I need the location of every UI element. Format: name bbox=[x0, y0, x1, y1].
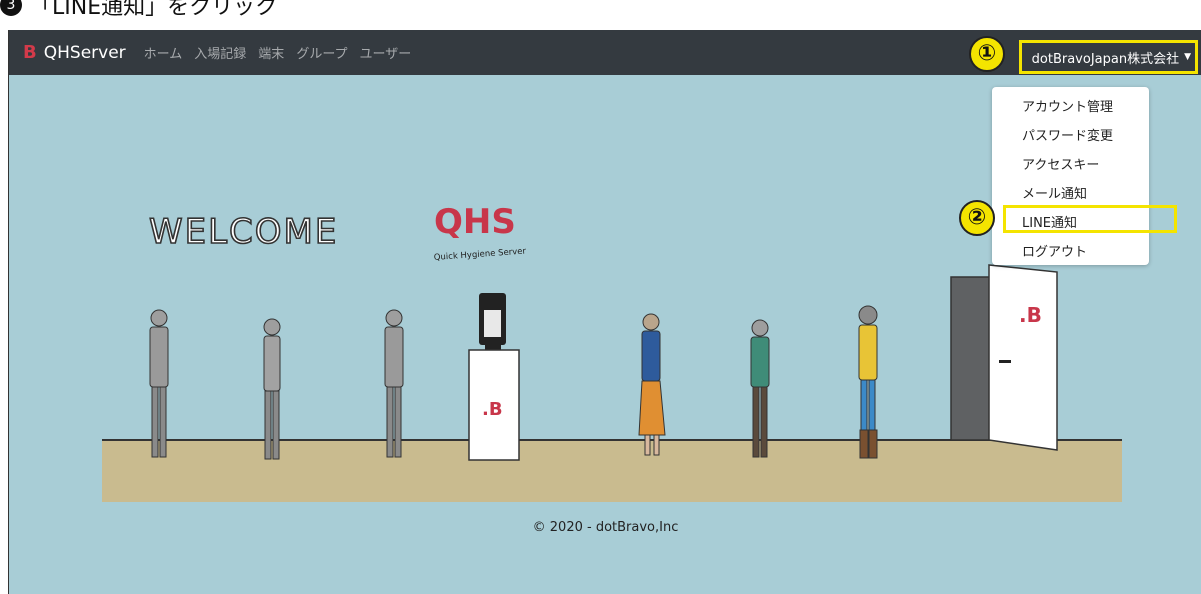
nav-link-users[interactable]: ユーザー bbox=[360, 43, 412, 62]
menu-item-line-notification[interactable]: LINE通知 bbox=[1003, 205, 1177, 233]
nav-links: ホーム 入場記録 端末 グループ ユーザー bbox=[144, 43, 412, 62]
step-2-callout: ② bbox=[959, 200, 995, 236]
menu-item-access-key[interactable]: アクセスキー bbox=[1022, 154, 1099, 173]
qhs-logo-subtitle: Quick Hygiene Server bbox=[434, 247, 527, 263]
menu-item-logout[interactable]: ログアウト bbox=[1022, 241, 1087, 260]
footer-copyright: © 2020 - dotBravo,Inc bbox=[532, 520, 679, 535]
floor bbox=[102, 440, 1122, 502]
person-figure bbox=[638, 313, 666, 456]
user-dropdown-menu: アカウント管理 パスワード変更 アクセスキー メール通知 LINE通知 ログアウ… bbox=[992, 87, 1177, 265]
person-figure bbox=[263, 318, 281, 460]
top-navbar: B QHServer ホーム 入場記録 端末 グループ ユーザー dotBrav… bbox=[9, 30, 1201, 75]
menu-item-change-password[interactable]: パスワード変更 bbox=[1022, 125, 1113, 144]
person-figure bbox=[858, 305, 878, 459]
nav-link-devices[interactable]: 端末 bbox=[258, 43, 284, 62]
menu-item-account-management[interactable]: アカウント管理 bbox=[1022, 96, 1113, 115]
nav-link-entry-records[interactable]: 入場記録 bbox=[194, 43, 246, 62]
menu-item-email-notification[interactable]: メール通知 bbox=[1022, 183, 1087, 202]
person-figure bbox=[149, 309, 169, 458]
step-heading-text: 「LINE通知」をクリック bbox=[30, 0, 278, 20]
brand-name: QHServer bbox=[43, 42, 126, 63]
qhs-logo-text: QHS bbox=[434, 202, 516, 242]
nav-link-home[interactable]: ホーム bbox=[144, 43, 183, 62]
door-brand-mark: .B bbox=[1019, 303, 1042, 327]
doc-step-heading: 3 「LINE通知」をクリック bbox=[0, 0, 277, 22]
caret-down-icon: ▼ bbox=[1184, 52, 1191, 62]
kiosk-brand-mark: .B bbox=[482, 399, 503, 420]
highlight-box bbox=[1003, 205, 1177, 233]
person-figure bbox=[750, 319, 770, 458]
door-illustration: .B bbox=[950, 264, 1058, 451]
user-menu-label: dotBravoJapan株式会社 bbox=[1031, 51, 1180, 67]
brand-home-link[interactable]: B QHServer bbox=[23, 42, 126, 63]
app-window: WELCOME QHS Quick Hygiene Server .B .B B… bbox=[8, 30, 1201, 594]
person-figure bbox=[384, 309, 404, 458]
nav-link-groups[interactable]: グループ bbox=[296, 43, 347, 62]
welcome-text: WELCOME bbox=[149, 212, 338, 252]
step-1-callout: ① bbox=[969, 36, 1005, 72]
brand-logo-icon: B bbox=[23, 42, 37, 63]
user-menu-toggle[interactable]: dotBravoJapan株式会社 ▼ bbox=[1018, 40, 1198, 74]
kiosk-illustration: .B bbox=[468, 293, 520, 461]
step-number-icon: 3 bbox=[0, 0, 22, 16]
